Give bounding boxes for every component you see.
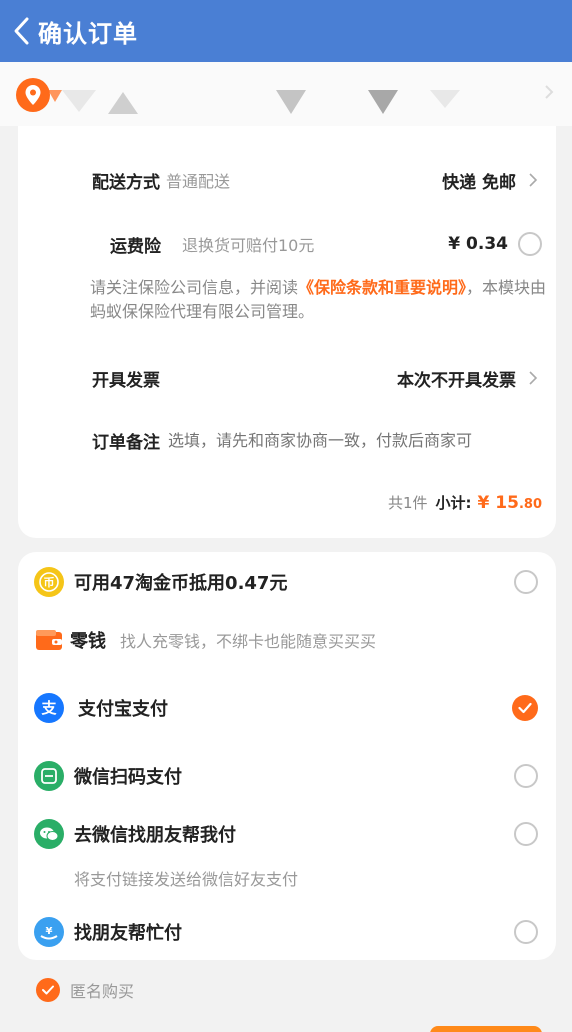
order-total: 共1件 小计: ¥ 15.80	[388, 492, 542, 513]
payment-card: 币 可用47淘金币抵用0.47元 零钱 找人充零钱，不绑卡也能随意买买买 支 支付…	[18, 552, 556, 960]
wechat-friend-label: 去微信找朋友帮我付	[74, 825, 236, 846]
price-int: 15	[495, 493, 519, 513]
insurance-notice: 请关注保险公司信息，并阅读《保险条款和重要说明》，本模块由蚂蚁保保险代理有限公司…	[90, 276, 550, 324]
order-detail-card: 配送方式 普通配送 快递 免邮 运费险 退换货可赔付10元 ¥ 0.34 请关注…	[18, 126, 556, 538]
insurance-radio[interactable]	[518, 232, 542, 256]
address-strip[interactable]	[0, 62, 572, 126]
wechat-friend-sub: 将支付链接发送给微信好友支付	[74, 870, 299, 889]
wallet-label: 零钱 找人充零钱，不绑卡也能随意买买买	[70, 627, 376, 653]
chevron-right-icon	[529, 371, 538, 385]
anonymous-label: 匿名购买	[70, 982, 135, 1001]
svg-text:支: 支	[40, 699, 57, 717]
item-count: 共1件	[387, 494, 428, 512]
friend-pay-label: 找朋友帮忙付	[74, 923, 182, 944]
alipay-icon: 支	[34, 693, 64, 723]
coin-deduct-radio[interactable]	[514, 570, 538, 594]
svg-text:币: 币	[44, 576, 55, 589]
delivery-label: 配送方式	[92, 172, 160, 193]
currency-symbol: ¥	[477, 493, 490, 513]
friend-pay-row[interactable]: ¥ 找朋友帮忙付	[18, 916, 556, 948]
chevron-right-icon	[545, 85, 554, 99]
insurance-sub: 退换货可赔付10元	[182, 236, 315, 255]
chevron-left-icon	[14, 17, 29, 45]
coin-deduct-label: 可用47淘金币抵用0.47元	[74, 573, 288, 594]
wallet-hint: 找人充零钱，不绑卡也能随意买买买	[120, 632, 377, 651]
remark-label: 订单备注	[92, 432, 160, 453]
wechat-scan-row[interactable]: 微信扫码支付	[18, 760, 556, 792]
invoice-label: 开具发票	[92, 370, 160, 391]
svg-text:¥: ¥	[46, 926, 53, 937]
remark-row: 订单备注	[18, 428, 556, 453]
wechat-scan-radio[interactable]	[514, 764, 538, 788]
wechat-scan-label: 微信扫码支付	[74, 767, 182, 788]
check-icon	[42, 985, 54, 995]
insurance-terms-link[interactable]: 《保险条款和重要说明》	[298, 278, 466, 297]
notice-text: 请关注保险公司信息，并阅读	[90, 278, 299, 297]
coin-deduct-row[interactable]: 币 可用47淘金币抵用0.47元	[18, 566, 556, 598]
anonymous-checkbox[interactable]	[36, 978, 60, 1002]
delivery-row[interactable]: 配送方式 普通配送 快递 免邮	[18, 168, 556, 193]
alipay-row[interactable]: 支 支付宝支付	[18, 692, 556, 724]
wallet-row[interactable]: 零钱 找人充零钱，不绑卡也能随意买买买	[18, 624, 556, 656]
wechat-friend-radio[interactable]	[514, 822, 538, 846]
submit-order-button[interactable]	[430, 1026, 542, 1032]
wallet-icon	[34, 625, 64, 655]
envelope-border-decoration	[48, 90, 460, 114]
invoice-value: 本次不开具发票	[397, 370, 516, 391]
chevron-right-icon	[529, 173, 538, 187]
wechat-friend-row[interactable]: 去微信找朋友帮我付	[18, 818, 556, 850]
alipay-checked-radio[interactable]	[512, 695, 538, 721]
price-dec: .80	[518, 497, 542, 512]
remark-input[interactable]	[168, 430, 518, 450]
check-icon	[518, 702, 532, 714]
header-bar: 确认订单	[0, 0, 572, 62]
page-title: 确认订单	[38, 19, 138, 48]
wechat-icon	[34, 819, 64, 849]
back-button[interactable]	[4, 0, 38, 62]
delivery-value: 快递 免邮	[442, 172, 516, 193]
friend-pay-radio[interactable]	[514, 920, 538, 944]
insurance-price: ¥ 0.34	[448, 234, 508, 254]
invoice-row[interactable]: 开具发票 本次不开具发票	[18, 366, 556, 391]
wallet-title: 零钱	[70, 631, 106, 652]
alipay-label: 支付宝支付	[78, 699, 168, 720]
friend-pay-icon: ¥	[34, 917, 64, 947]
location-pin-icon	[16, 78, 50, 112]
anonymous-purchase-row[interactable]: 匿名购买	[36, 978, 134, 1002]
insurance-label: 运费险	[110, 236, 161, 257]
taobao-coin-icon: 币	[34, 567, 64, 597]
subtotal-label: 小计:	[435, 494, 472, 512]
insurance-row: 运费险 退换货可赔付10元 ¥ 0.34	[18, 232, 556, 257]
delivery-sub: 普通配送	[166, 172, 231, 191]
subtotal-price: ¥ 15.80	[478, 493, 542, 513]
wechat-scan-icon	[34, 761, 64, 791]
